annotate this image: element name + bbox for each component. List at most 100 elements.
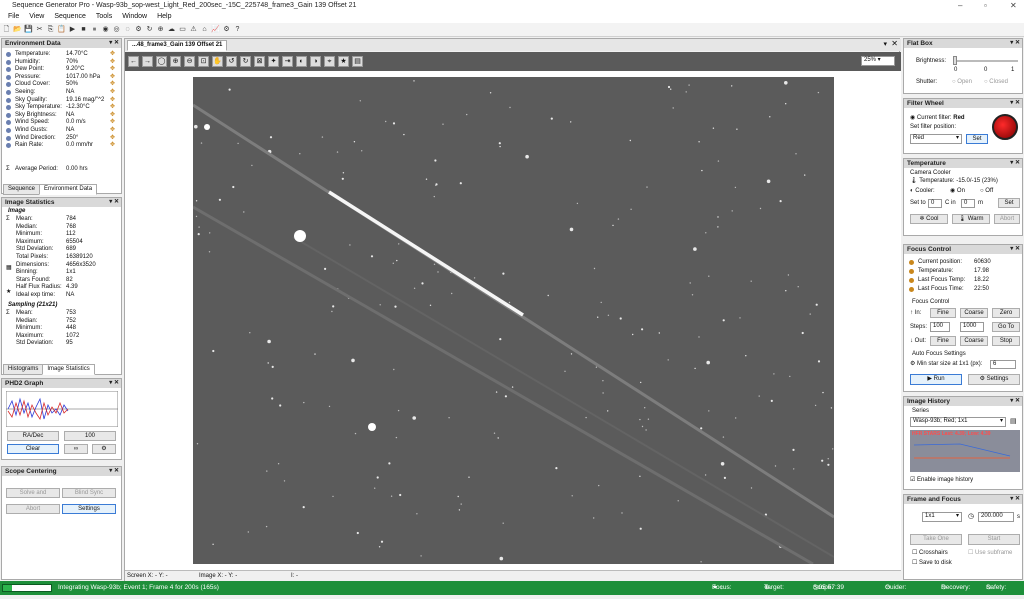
blind-sync-button[interactable]: Blind Sync (62, 488, 116, 498)
scale-button[interactable]: 100 (64, 431, 116, 441)
in-fine-button[interactable]: Fine (930, 308, 956, 318)
abort-button[interactable]: Abort (6, 504, 60, 514)
graph-icon[interactable]: ✥ (110, 142, 115, 149)
chart-icon[interactable]: 📈 (211, 25, 220, 34)
enable-history-checkbox[interactable]: ☑ Enable image history (910, 477, 973, 484)
save-icon[interactable]: 💾 (24, 25, 33, 34)
menu-item-view[interactable]: View (29, 11, 44, 23)
out-coarse-button[interactable]: Coarse (960, 336, 988, 346)
dome-icon[interactable]: ⌂ (200, 25, 209, 34)
shutter-closed-radio[interactable]: ○ Closed (984, 79, 1008, 86)
close-doc-icon[interactable]: ✕ (891, 39, 898, 48)
subframe-checkbox[interactable]: ☐ Use subframe (968, 550, 1012, 557)
invert-icon[interactable]: ◑ (310, 56, 321, 67)
menu-item-help[interactable]: Help (157, 11, 171, 23)
brightness-slider[interactable] (954, 60, 1018, 62)
graph-icon[interactable]: ✥ (110, 89, 115, 96)
image-viewport[interactable] (125, 71, 901, 570)
pin-icon[interactable]: ▾ ✕ (1010, 495, 1020, 504)
restore-button[interactable]: ▫ (984, 0, 987, 11)
menu-item-sequence[interactable]: Sequence (54, 11, 86, 23)
doc-tab[interactable]: ...48_frame3_Gain 139 Offset 21 (127, 40, 228, 51)
start-frame-button[interactable]: Start (968, 534, 1020, 545)
minimize-button[interactable]: – (958, 0, 962, 11)
min-star-input[interactable]: 6 (990, 360, 1016, 369)
settings-icon[interactable]: ⚙ (92, 444, 116, 454)
pin-icon[interactable]: ▾ ✕ (1010, 397, 1020, 406)
pin-icon[interactable]: ▾ ✕ (109, 39, 119, 48)
forward-icon[interactable]: → (142, 56, 153, 67)
pin-icon[interactable]: ▾ ✕ (109, 379, 119, 388)
solve-and-sync-button[interactable]: Solve and (6, 488, 60, 498)
warm-button[interactable]: 🌡 Warm (952, 214, 990, 224)
shutter-open-radio[interactable]: ○ Open (952, 79, 972, 86)
minutes-input[interactable]: 0 (961, 199, 975, 208)
zoom-in-icon[interactable]: ⊕ (170, 56, 181, 67)
pin-icon[interactable]: ▾ ✕ (1010, 39, 1020, 48)
tab-image-statistics[interactable]: Image Statistics (42, 364, 95, 375)
fine-steps-input[interactable]: 100 (930, 322, 950, 332)
pin-icon[interactable]: ▾ ✕ (109, 198, 119, 207)
chart-icon[interactable]: ▤ (1010, 417, 1017, 425)
rotator-icon[interactable]: ↻ (145, 25, 154, 34)
export-icon[interactable]: ⇥ (282, 56, 293, 67)
pin-icon[interactable]: ▾ ✕ (1010, 99, 1020, 108)
graph-icon[interactable]: ✥ (110, 119, 115, 126)
graph-icon[interactable]: ✥ (110, 74, 115, 81)
rotate-left-icon[interactable]: ↺ (226, 56, 237, 67)
star-field-image[interactable] (193, 77, 834, 564)
back-icon[interactable]: ← (128, 56, 139, 67)
graph-icon[interactable]: ✥ (110, 59, 115, 66)
goto-button[interactable]: Go To (992, 322, 1020, 332)
pause-icon[interactable]: ⏸ (90, 25, 99, 34)
abort-cool-button[interactable]: Abort (994, 214, 1020, 224)
tab-histograms[interactable]: Histograms (3, 364, 44, 375)
coarse-steps-input[interactable]: 1000 (960, 322, 984, 332)
close-window-button[interactable]: ✕ (1010, 0, 1017, 11)
link-icon[interactable]: ∞ (64, 444, 88, 454)
take-one-button[interactable]: Take One (910, 534, 962, 545)
camera-icon[interactable]: ◉ (101, 25, 110, 34)
help-icon[interactable]: ? (233, 25, 242, 34)
pin-icon[interactable]: ▾ ✕ (1010, 245, 1020, 254)
scope-settings-button[interactable]: Settings (62, 504, 116, 514)
graph-icon[interactable]: ✥ (110, 81, 115, 88)
graph-icon[interactable]: ✥ (110, 66, 115, 73)
cooler-off-radio[interactable]: ○ Off (980, 188, 993, 195)
fit-icon[interactable]: ◯ (156, 56, 167, 67)
crop-icon[interactable]: ⊠ (254, 56, 265, 67)
graph-icon[interactable]: ✥ (110, 51, 115, 58)
graph-icon[interactable]: ✥ (110, 104, 115, 111)
filter-icon[interactable]: ◎ (112, 25, 121, 34)
graph-icon[interactable]: ✥ (110, 97, 115, 104)
tab-list-icon[interactable]: ▾ (883, 40, 887, 48)
info-icon[interactable]: ▤ (352, 56, 363, 67)
guider-icon[interactable]: ⊕ (156, 25, 165, 34)
set-temp-input[interactable]: 0 (928, 199, 942, 208)
zoom-fit-icon[interactable]: ⊡ (198, 56, 209, 67)
pan-icon[interactable]: ✋ (212, 56, 223, 67)
rotate-right-icon[interactable]: ↻ (240, 56, 251, 67)
zero-button[interactable]: Zero (992, 308, 1020, 318)
settings-icon[interactable]: ⚙ (222, 25, 231, 34)
copy-icon[interactable]: ⎘ (46, 25, 55, 34)
new-icon[interactable]: 🗋 (2, 25, 11, 34)
run-icon[interactable]: ▶ (68, 25, 77, 34)
cut-icon[interactable]: ✂ (35, 25, 44, 34)
graph-icon[interactable]: ✥ (110, 112, 115, 119)
menu-item-file[interactable]: File (8, 11, 19, 23)
radec-button[interactable]: RA/Dec (7, 431, 59, 441)
autofocus-settings-button[interactable]: ⚙ Settings (968, 374, 1020, 385)
stretch-icon[interactable]: ✦ (268, 56, 279, 67)
tab-sequence[interactable]: Sequence (3, 184, 41, 195)
filter-select[interactable]: Red ▾ (910, 134, 962, 144)
star-icon[interactable]: ★ (338, 56, 349, 67)
set-filter-button[interactable]: Set (966, 134, 988, 144)
pin-icon[interactable]: ▾ ✕ (1010, 159, 1020, 168)
clear-button[interactable]: Clear (7, 444, 59, 454)
tab-environment[interactable]: Environment Data (39, 184, 98, 195)
cooler-on-radio[interactable]: ◉ On (950, 188, 965, 195)
safety-icon[interactable]: ⚠ (189, 25, 198, 34)
series-select[interactable]: Wasp-93b; Red; 1x1 ▾ (910, 417, 1006, 427)
cool-button[interactable]: ❄ Cool (910, 214, 948, 224)
